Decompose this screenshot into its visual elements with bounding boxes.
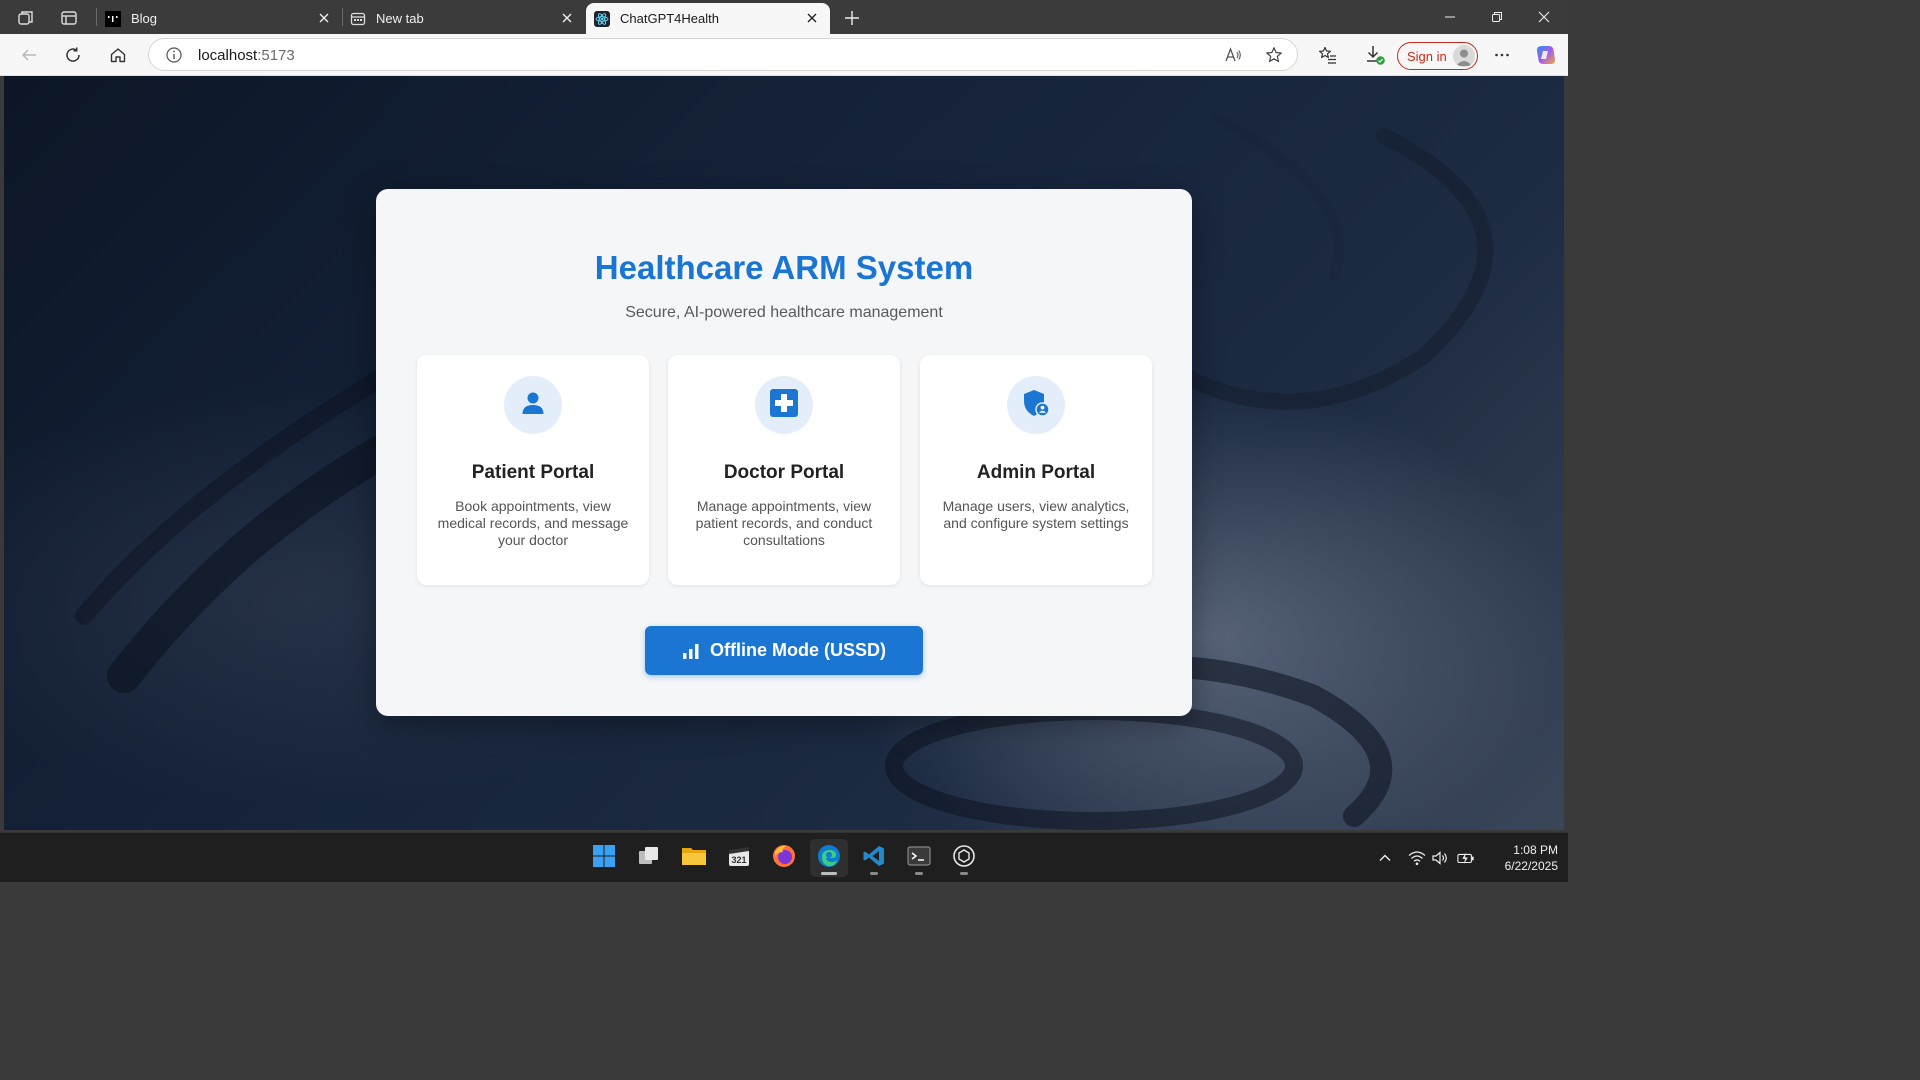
- offline-mode-button[interactable]: Offline Mode (USSD): [645, 626, 923, 675]
- admin-icon-circle: [1007, 376, 1065, 434]
- shield-user-icon: [1021, 388, 1051, 423]
- vscode-icon: [862, 844, 886, 873]
- file-explorer-button[interactable]: [675, 839, 713, 877]
- home-icon[interactable]: [104, 41, 132, 69]
- close-tab-icon[interactable]: [804, 10, 820, 26]
- tab-blog[interactable]: Blog: [97, 3, 342, 34]
- system-clock[interactable]: 1:08 PM 6/22/2025: [1482, 842, 1558, 874]
- back-icon[interactable]: [15, 41, 43, 69]
- favorite-star-icon[interactable]: [1263, 44, 1285, 66]
- page-viewport: Healthcare ARM System Secure, AI-powered…: [4, 76, 1564, 830]
- login-card: Healthcare ARM System Secure, AI-powered…: [376, 189, 1192, 716]
- address-bar[interactable]: localhost:5173: [148, 38, 1298, 71]
- start-button[interactable]: [585, 839, 623, 877]
- chatgpt-button[interactable]: [945, 839, 983, 877]
- downloads-icon[interactable]: [1361, 41, 1389, 69]
- running-indicator: [915, 872, 923, 875]
- terminal-icon: [907, 844, 931, 873]
- close-tab-icon[interactable]: [559, 10, 575, 26]
- edge-icon: [816, 843, 842, 874]
- url-port: :5173: [257, 47, 295, 64]
- portal-description: Manage users, view analytics, and config…: [942, 498, 1130, 531]
- url-host: localhost: [198, 47, 258, 64]
- minimize-icon[interactable]: [1427, 0, 1473, 34]
- sign-in-button[interactable]: Sign in: [1397, 42, 1478, 70]
- vscode-button[interactable]: [855, 839, 893, 877]
- vertical-tabs-icon[interactable]: [58, 7, 80, 29]
- offline-mode-label: Offline Mode (USSD): [710, 640, 886, 660]
- workspaces-icon[interactable]: [15, 7, 37, 29]
- running-indicator: [821, 872, 837, 875]
- close-window-icon[interactable]: [1521, 0, 1567, 34]
- svg-text:321: 321: [731, 855, 746, 865]
- new-tab-plus-icon[interactable]: [841, 7, 863, 29]
- wifi-icon[interactable]: [1408, 849, 1426, 867]
- edge-button[interactable]: [810, 839, 848, 877]
- firefox-button[interactable]: [765, 839, 803, 877]
- admin-portal-card[interactable]: Admin Portal Manage users, view analytic…: [920, 355, 1152, 585]
- show-hidden-icons-chevron-icon[interactable]: [1376, 849, 1394, 867]
- user-icon: [520, 390, 546, 421]
- firefox-icon: [771, 843, 797, 874]
- portal-title: Doctor Portal: [723, 462, 845, 483]
- patient-portal-card[interactable]: Patient Portal Book appointments, view m…: [417, 355, 649, 585]
- site-info-icon[interactable]: [165, 46, 183, 69]
- folder-icon: [681, 844, 707, 873]
- portal-description: Book appointments, view medical records,…: [437, 498, 629, 548]
- calendar-app-button[interactable]: 321: [720, 839, 758, 877]
- clock-time: 1:08 PM: [1513, 843, 1558, 857]
- signal-bars-icon: [682, 642, 700, 660]
- patient-icon-circle: [504, 376, 562, 434]
- volume-icon[interactable]: [1431, 849, 1449, 867]
- tab-title: Blog: [131, 11, 158, 26]
- refresh-icon[interactable]: [59, 41, 87, 69]
- tab-chatgpt4health[interactable]: ChatGPT4Health: [586, 3, 830, 34]
- more-options-icon[interactable]: [1488, 41, 1516, 69]
- favorites-icon[interactable]: [1314, 41, 1342, 69]
- restore-icon[interactable]: [1474, 0, 1520, 34]
- terminal-button[interactable]: [900, 839, 938, 877]
- portal-title: Admin Portal: [976, 462, 1096, 483]
- new-tab-icon: [350, 11, 366, 27]
- calendar-clapper-icon: 321: [727, 844, 751, 873]
- sign-in-label: Sign in: [1407, 48, 1447, 64]
- doctor-portal-card[interactable]: Doctor Portal Manage appointments, view …: [668, 355, 900, 585]
- running-indicator: [870, 872, 878, 875]
- tab-new-tab[interactable]: New tab: [342, 3, 585, 34]
- close-tab-icon[interactable]: [316, 10, 332, 26]
- tab-title: ChatGPT4Health: [620, 11, 719, 26]
- profile-avatar-icon: [1453, 45, 1475, 67]
- windows-logo-icon: [592, 844, 616, 873]
- task-view-icon: [637, 844, 661, 873]
- medical-cross-icon: [769, 388, 799, 423]
- portal-title: Patient Portal: [471, 462, 595, 483]
- task-view-button[interactable]: [630, 839, 668, 877]
- page-title: Healthcare ARM System: [594, 249, 974, 286]
- portal-description: Manage appointments, view patient record…: [695, 498, 873, 548]
- browser-tab-bar: Blog New tab ChatGPT4Health: [0, 0, 1568, 34]
- react-logo-icon: [594, 10, 610, 27]
- url-text[interactable]: localhost:5173: [198, 47, 295, 64]
- doctor-icon-circle: [755, 376, 813, 434]
- blog-logo-icon: [105, 10, 121, 27]
- read-aloud-icon[interactable]: [1222, 44, 1244, 66]
- windows-taskbar: 321 1:08 PM 6/22/2025: [0, 832, 1568, 882]
- clock-date: 6/22/2025: [1504, 859, 1558, 873]
- battery-charging-icon[interactable]: [1457, 849, 1475, 867]
- chatgpt-icon: [952, 844, 976, 873]
- tab-title: New tab: [376, 11, 424, 26]
- running-indicator: [960, 872, 968, 875]
- browser-toolbar: localhost:5173 Sign in: [0, 34, 1568, 76]
- copilot-icon[interactable]: [1532, 41, 1560, 69]
- page-subtitle: Secure, AI-powered healthcare management: [625, 304, 943, 321]
